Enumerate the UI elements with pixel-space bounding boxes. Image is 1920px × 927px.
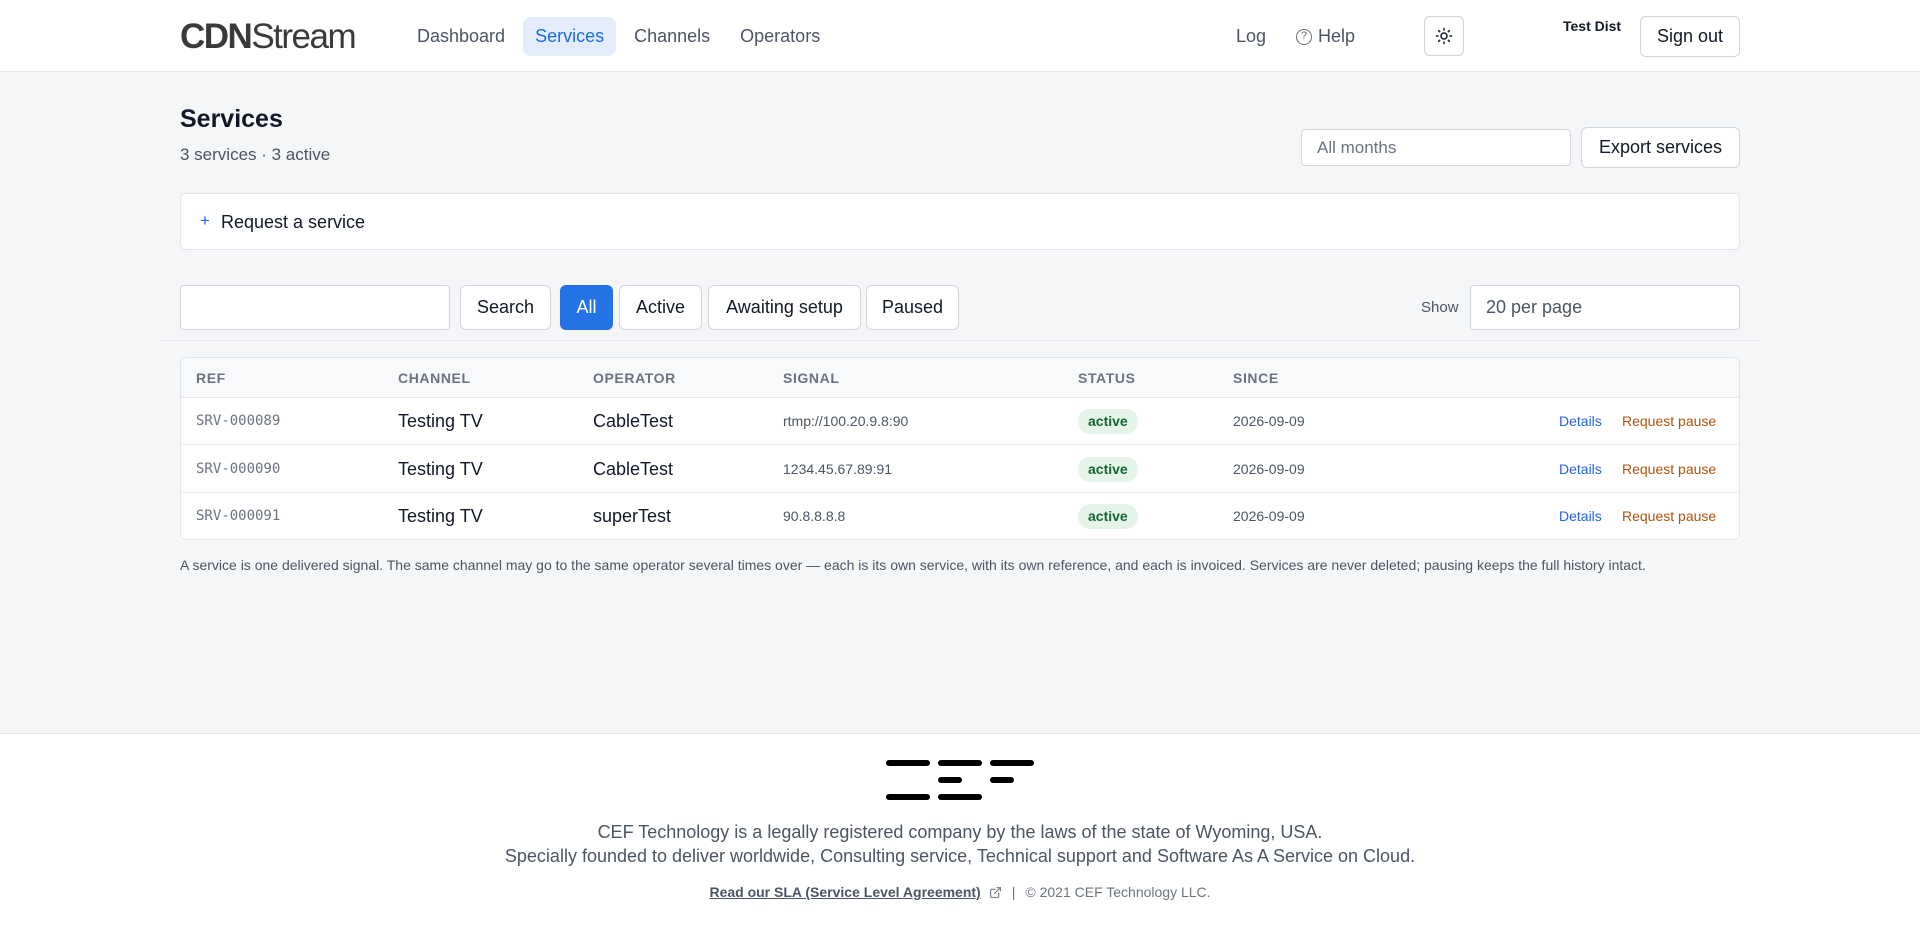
copyright: © 2021 CEF Technology LLC.: [1025, 884, 1211, 900]
show-label: Show: [1421, 299, 1459, 316]
operator-name: superTest: [593, 506, 672, 526]
services-table: REF CHANNEL OPERATOR SIGNAL STATUS SINCE…: [180, 357, 1740, 540]
column-header-channel: CHANNEL: [398, 370, 471, 386]
theme-toggle-button[interactable]: [1424, 16, 1464, 56]
tab-awaiting-setup[interactable]: Awaiting setup: [708, 285, 861, 330]
column-header-operator: OPERATOR: [593, 370, 676, 386]
tab-active[interactable]: Active: [619, 285, 702, 330]
page-title: Services: [180, 105, 283, 133]
help-icon: ?: [1296, 28, 1313, 45]
tab-all[interactable]: All: [560, 285, 613, 330]
signal-address: rtmp://100.20.9.8:90: [783, 413, 909, 429]
plus-icon: +: [200, 211, 210, 230]
nav-channels[interactable]: Channels: [622, 17, 722, 56]
table-row: SRV-000089 Testing TV CableTest rtmp://1…: [181, 398, 1739, 445]
divider: [160, 340, 1760, 341]
status-badge: active: [1078, 504, 1138, 529]
footer-separator: |: [1011, 884, 1016, 900]
channel-name: Testing TV: [398, 411, 483, 431]
details-link[interactable]: Details: [1559, 413, 1602, 429]
column-header-signal: SIGNAL: [783, 370, 840, 386]
column-header-status: STATUS: [1078, 370, 1136, 386]
help-label: Help: [1318, 26, 1356, 46]
nav-help[interactable]: ? Help: [1296, 17, 1355, 56]
month-filter-select[interactable]: All months: [1301, 129, 1571, 166]
request-service-label: Request a service: [221, 212, 366, 232]
request-service-toggle[interactable]: + Request a service: [180, 193, 1740, 250]
footer-links: Read our SLA (Service Level Agreement) |…: [0, 884, 1920, 900]
details-link[interactable]: Details: [1559, 461, 1602, 477]
since-date: 2026-09-09: [1233, 508, 1305, 524]
status-badge: active: [1078, 409, 1138, 434]
sign-out-button[interactable]: Sign out: [1640, 16, 1740, 57]
details-link[interactable]: Details: [1559, 508, 1602, 524]
main-nav: Dashboard Services Channels Operators: [405, 17, 832, 56]
table-header: REF CHANNEL OPERATOR SIGNAL STATUS SINCE: [181, 358, 1739, 398]
table-row: SRV-000091 Testing TV superTest 90.8.8.8…: [181, 493, 1739, 539]
nav-operators[interactable]: Operators: [728, 17, 832, 56]
channel-name: Testing TV: [398, 506, 483, 526]
channel-name: Testing TV: [398, 459, 483, 479]
search-button[interactable]: Search: [460, 285, 551, 330]
operator-name: CableTest: [593, 411, 674, 431]
secondary-nav: Log ? Help: [1236, 17, 1355, 56]
services-note: A service is one delivered signal. The s…: [180, 557, 1646, 573]
since-date: 2026-09-09: [1233, 461, 1305, 477]
nav-dashboard[interactable]: Dashboard: [405, 17, 517, 56]
tab-paused[interactable]: Paused: [866, 285, 959, 330]
status-badge: active: [1078, 457, 1138, 482]
column-header-since: SINCE: [1233, 370, 1279, 386]
page-subtitle: 3 services · 3 active: [180, 145, 331, 164]
service-ref: SRV-000091: [196, 508, 281, 524]
service-ref: SRV-000089: [196, 413, 281, 429]
nav-log[interactable]: Log: [1236, 17, 1266, 56]
user-name: Test Dist: [1563, 18, 1622, 34]
since-date: 2026-09-09: [1233, 413, 1305, 429]
column-header-ref: REF: [196, 370, 226, 386]
operator-name: CableTest: [593, 459, 674, 479]
sla-link[interactable]: Read our SLA (Service Level Agreement): [709, 884, 980, 900]
signal-address: 1234.45.67.89:91: [783, 461, 892, 477]
request-pause-link[interactable]: Request pause: [1622, 413, 1716, 429]
footer: CEF Technology is a legally registered c…: [0, 733, 1920, 927]
cdnstream-logo[interactable]: CDNStream: [180, 17, 357, 57]
top-bar: CDNStream Dashboard Services Channels Op…: [0, 0, 1920, 72]
request-pause-link[interactable]: Request pause: [1622, 461, 1716, 477]
sun-icon: [1435, 27, 1453, 45]
signal-address: 90.8.8.8.8: [783, 508, 846, 524]
footer-services-line: Specially founded to deliver worldwide, …: [504, 846, 1416, 866]
footer-company-line: CEF Technology is a legally registered c…: [597, 822, 1323, 842]
per-page-select[interactable]: 20 per page: [1470, 285, 1740, 330]
cef-logo: [886, 760, 1034, 800]
external-link-icon: [989, 886, 1001, 898]
request-pause-link[interactable]: Request pause: [1622, 508, 1716, 524]
search-input[interactable]: [180, 285, 450, 330]
export-services-button[interactable]: Export services: [1581, 127, 1740, 168]
service-ref: SRV-000090: [196, 461, 281, 477]
nav-services[interactable]: Services: [523, 17, 617, 56]
table-row: SRV-000090 Testing TV CableTest 1234.45.…: [181, 446, 1739, 493]
